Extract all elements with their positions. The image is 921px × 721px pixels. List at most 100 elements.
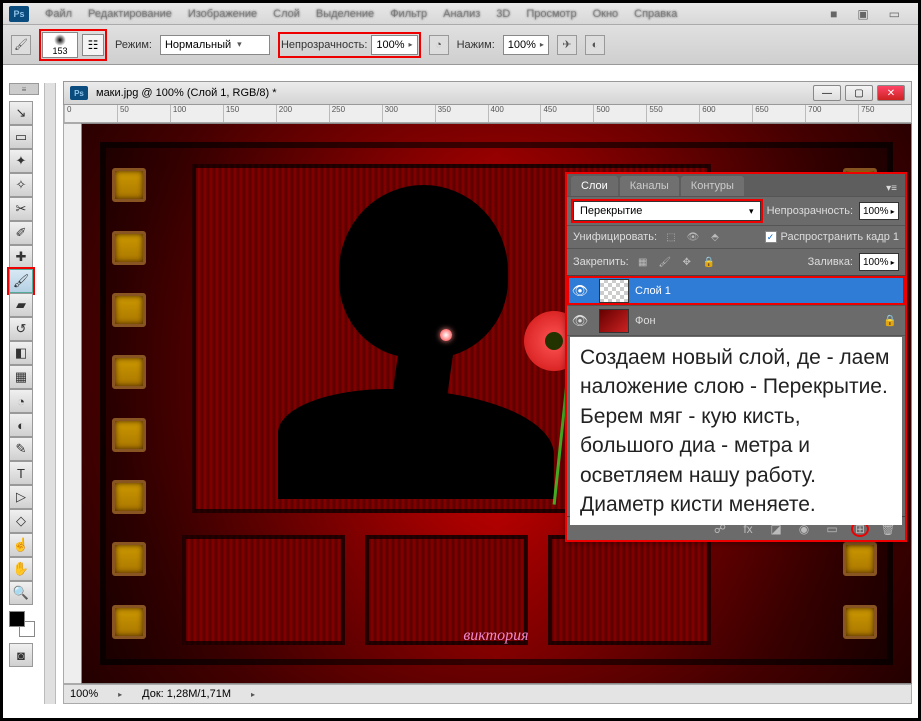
brush-size-value: 153 [52,46,67,56]
wand-tool[interactable]: ✧ [9,173,33,197]
zoom-tool[interactable]: 🔍 [9,581,33,605]
dodge-tool[interactable]: ◐ [9,413,33,437]
quickmask-icon[interactable]: ◙ [9,643,33,667]
screen-mode-icon[interactable]: ▣ [851,5,874,23]
menu-3d[interactable]: 3D [490,6,516,22]
document-title: маки.jpg @ 100% (Слой 1, RGB/8) * [96,87,277,99]
gradient-tool[interactable]: ▦ [9,365,33,389]
lock-pixels-icon[interactable]: 🖌 [657,255,673,269]
tab-paths[interactable]: Контуры [681,176,744,196]
fill-label: Заливка: [808,256,853,268]
menu-window[interactable]: Окно [587,6,625,22]
opacity-input[interactable]: 100%▸ [371,35,417,55]
annotation-text: Создаем новый слой, де - лаем наложение … [570,337,902,525]
tool-preset-icon[interactable]: 🖌 [11,35,31,55]
type-tool[interactable]: T [9,461,33,485]
layer-name[interactable]: Слой 1 [635,285,671,297]
heal-tool[interactable]: ✚ [9,245,33,269]
doc-size-value: 1,28M/1,71M [167,688,231,700]
lock-transparency-icon[interactable]: ▦ [635,255,651,269]
unify-position-icon[interactable]: ⬚ [663,230,679,244]
layer-thumbnail[interactable] [599,279,629,303]
menu-view[interactable]: Просмотр [520,6,582,22]
layer-name[interactable]: Фон [635,315,656,327]
history-brush-tool[interactable]: ↺ [9,317,33,341]
blur-tool[interactable]: ◔ [9,389,33,413]
workspace-icon[interactable]: ■ [824,5,843,23]
status-bar: 100%▸ Док: 1,28M/1,71M▸ [63,684,912,704]
lock-icon: 🔒 [883,314,897,327]
blend-mode-select[interactable]: Нормальный [160,35,270,55]
layer-opacity-input[interactable]: 100%▸ [859,202,899,220]
panel-menu-icon[interactable]: ▾≡ [882,181,901,196]
layer-thumbnail[interactable] [599,309,629,333]
shape-tool[interactable]: ◇ [9,509,33,533]
brush-tool[interactable]: 🖌 [9,269,33,293]
lock-label: Закрепить: [573,256,629,268]
layer-blend-value: Перекрытие [580,205,642,217]
lock-all-icon[interactable]: 🔒 [701,255,717,269]
brush-panel-icon[interactable]: ☷ [82,34,104,56]
tab-channels[interactable]: Каналы [620,176,679,196]
airbrush-icon[interactable]: ✈ [557,35,577,55]
lasso-tool[interactable]: ✦ [9,149,33,173]
flow-label: Нажим: [457,39,495,51]
ruler-horizontal[interactable]: 0501001502002503003504004505005506006507… [63,105,912,123]
layer-blend-select[interactable]: Перекрытие ▾ [573,201,761,221]
3d-tool[interactable]: ☝ [9,533,33,557]
menu-bar: Ps Файл Редактирование Изображение Слой … [3,3,918,25]
zoom-value[interactable]: 100% [70,688,98,700]
visibility-icon[interactable]: 👁 [567,283,593,299]
menu-filter[interactable]: Фильтр [384,6,433,22]
eyedropper-tool[interactable]: ✐ [9,221,33,245]
menu-help[interactable]: Справка [628,6,683,22]
brush-preview[interactable]: 153 [42,32,78,58]
mode-label: Режим: [115,39,152,51]
menu-edit[interactable]: Редактирование [82,6,178,22]
arrange-icon[interactable]: ▭ [883,5,906,23]
signature: виктория [463,627,528,645]
layer-opacity-label: Непрозрачность: [767,205,853,217]
doc-app-icon: Ps [70,86,88,100]
color-swatches[interactable] [9,611,35,637]
propagate-checkbox[interactable]: ✓ [765,231,777,243]
eraser-tool[interactable]: ◧ [9,341,33,365]
crop-tool[interactable]: ✂ [9,197,33,221]
visibility-icon[interactable]: 👁 [567,313,593,329]
stamp-tool[interactable]: ▰ [9,293,33,317]
menu-image[interactable]: Изображение [182,6,263,22]
app-icon: Ps [9,6,29,22]
menu-select[interactable]: Выделение [310,6,380,22]
toolbox-grip[interactable]: ≡ [9,83,39,95]
options-bar: 🖌 153 ☷ Режим: Нормальный Непрозрачность… [3,25,918,65]
flow-input[interactable]: 100%▸ [503,35,549,55]
tab-layers[interactable]: Слои [571,176,618,196]
layer-row[interactable]: 👁 Фон 🔒 [567,306,905,336]
minimize-button[interactable]: — [813,85,841,101]
pen-tool[interactable]: ✎ [9,437,33,461]
toolbox-scroll[interactable] [44,83,56,704]
menu-layer[interactable]: Слой [267,6,306,22]
unify-visibility-icon[interactable]: 👁 [685,230,701,244]
tablet-size-icon[interactable]: ◐ [585,35,605,55]
doc-size-label: Док: [142,688,164,700]
path-tool[interactable]: ▷ [9,485,33,509]
document-titlebar[interactable]: Ps маки.jpg @ 100% (Слой 1, RGB/8) * — ▢… [63,81,912,105]
move-tool[interactable]: ↘ [9,101,33,125]
tablet-opacity-icon[interactable]: ◔ [429,35,449,55]
ruler-vertical[interactable] [63,123,81,684]
menu-file[interactable]: Файл [39,6,78,22]
opacity-label: Непрозрачность: [281,39,367,51]
layer-row[interactable]: 👁 Слой 1 [567,276,905,306]
menu-analysis[interactable]: Анализ [437,6,486,22]
close-button[interactable]: ✕ [877,85,905,101]
lock-position-icon[interactable]: ✥ [679,255,695,269]
unify-label: Унифицировать: [573,231,657,243]
fill-input[interactable]: 100%▸ [859,253,899,271]
blend-mode-value: Нормальный [165,39,231,51]
hand-tool[interactable]: ✋ [9,557,33,581]
unify-style-icon[interactable]: ⬘ [707,230,723,244]
marquee-tool[interactable]: ▭ [9,125,33,149]
foreground-swatch[interactable] [9,611,25,627]
maximize-button[interactable]: ▢ [845,85,873,101]
